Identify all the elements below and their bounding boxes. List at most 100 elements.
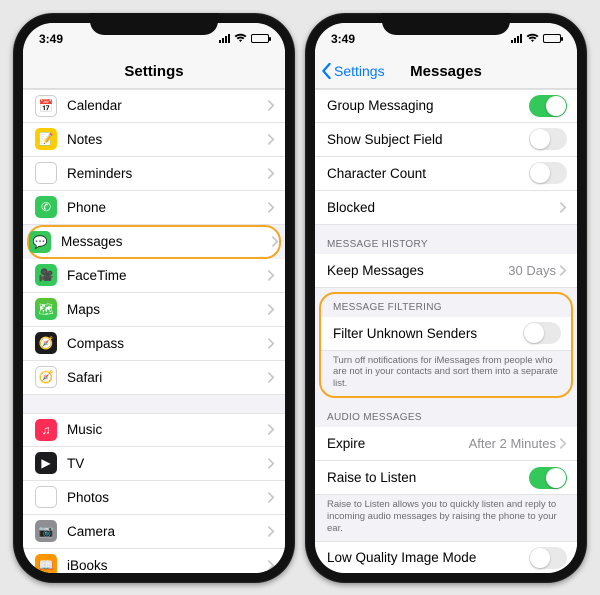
footer-filter-unknown: Turn off notifications for iMessages fro…: [321, 351, 571, 397]
label: Group Messaging: [327, 98, 529, 113]
header-audio-messages: AUDIO MESSAGES: [315, 398, 577, 427]
row-blocked[interactable]: Blocked: [315, 191, 577, 225]
settings-row-messages[interactable]: 💬 Messages: [27, 225, 281, 259]
chevron-right-icon: [560, 202, 567, 213]
settings-row-camera[interactable]: 📷 Camera: [23, 515, 285, 549]
settings-row-label: FaceTime: [67, 268, 268, 283]
music-icon: ♫: [35, 419, 57, 441]
safari-icon: 🧭: [35, 366, 57, 388]
row-keep-messages[interactable]: Keep Messages 30 Days: [315, 254, 577, 288]
settings-row-label: Photos: [67, 490, 268, 505]
settings-row-compass[interactable]: 🧭 Compass: [23, 327, 285, 361]
phone-frame-left: 3:49 Settings 📅 Calendar 📝 Notes ☑ Reminders ✆…: [13, 13, 295, 583]
battery-icon: [543, 34, 561, 43]
chevron-right-icon: [268, 304, 275, 315]
settings-row-reminders[interactable]: ☑ Reminders: [23, 157, 285, 191]
toggle-group-messaging[interactable]: [529, 95, 567, 117]
label: Show Subject Field: [327, 132, 529, 147]
label: Blocked: [327, 200, 560, 215]
row-raise-to-listen[interactable]: Raise to Listen: [315, 461, 577, 495]
wifi-icon: [526, 32, 539, 46]
ibooks-icon: 📖: [35, 554, 57, 573]
chevron-right-icon: [268, 424, 275, 435]
row-group-messaging[interactable]: Group Messaging: [315, 89, 577, 123]
toggle-low-quality[interactable]: [529, 547, 567, 569]
back-button[interactable]: Settings: [321, 55, 385, 88]
settings-row-photos[interactable]: ✿ Photos: [23, 481, 285, 515]
label: Expire: [327, 436, 469, 451]
label: Character Count: [327, 166, 529, 181]
row-filter-unknown[interactable]: Filter Unknown Senders: [321, 317, 571, 351]
chevron-right-icon: [268, 372, 275, 383]
status-time: 3:49: [39, 32, 63, 46]
header-message-filtering: MESSAGE FILTERING: [321, 294, 571, 317]
calendar-icon: 📅: [35, 95, 57, 117]
phone-frame-right: 3:49 Settings Messages Group Messaging: [305, 13, 587, 583]
back-label: Settings: [334, 63, 385, 79]
chevron-right-icon: [560, 438, 567, 449]
notes-icon: 📝: [35, 128, 57, 150]
settings-row-calendar[interactable]: 📅 Calendar: [23, 89, 285, 123]
settings-row-tv[interactable]: ▶TV: [23, 447, 285, 481]
row-expire[interactable]: Expire After 2 Minutes: [315, 427, 577, 461]
settings-row-maps[interactable]: 🗺Maps: [23, 293, 285, 327]
reminders-icon: ☑: [35, 162, 57, 184]
tv-icon: ▶: [35, 452, 57, 474]
row-low-quality-image[interactable]: Low Quality Image Mode: [315, 541, 577, 573]
label: Low Quality Image Mode: [327, 550, 529, 565]
settings-row-label: Compass: [67, 336, 268, 351]
messages-settings-list[interactable]: Group Messaging Show Subject Field Chara…: [315, 89, 577, 573]
chevron-right-icon: [268, 134, 275, 145]
page-title: Messages: [410, 63, 482, 80]
settings-row-notes[interactable]: 📝 Notes: [23, 123, 285, 157]
chevron-right-icon: [560, 265, 567, 276]
screen-right: 3:49 Settings Messages Group Messaging: [315, 23, 577, 573]
chevron-right-icon: [268, 492, 275, 503]
chevron-right-icon: [268, 338, 275, 349]
settings-list[interactable]: 📅 Calendar 📝 Notes ☑ Reminders ✆Phone 💬 Messages…: [23, 89, 285, 573]
row-subject-field[interactable]: Show Subject Field: [315, 123, 577, 157]
photos-icon: ✿: [35, 486, 57, 508]
status-time: 3:49: [331, 32, 355, 46]
settings-row-facetime[interactable]: 🎥 FaceTime: [23, 259, 285, 293]
screen-left: 3:49 Settings 📅 Calendar 📝 Notes ☑ Reminders ✆…: [23, 23, 285, 573]
chevron-right-icon: [268, 202, 275, 213]
chevron-right-icon: [268, 560, 275, 571]
settings-row-label: Notes: [67, 132, 268, 147]
facetime-icon: 🎥: [35, 264, 57, 286]
label: Keep Messages: [327, 263, 508, 278]
toggle-character-count[interactable]: [529, 162, 567, 184]
chevron-right-icon: [268, 100, 275, 111]
header-message-history: MESSAGE HISTORY: [315, 225, 577, 254]
chevron-right-icon: [268, 526, 275, 537]
settings-row-label: Messages: [61, 234, 272, 249]
label: Filter Unknown Senders: [333, 326, 523, 341]
highlight-filtering-section: MESSAGE FILTERING Filter Unknown Senders…: [319, 292, 573, 399]
settings-row-phone[interactable]: ✆Phone: [23, 191, 285, 225]
messages-icon: 💬: [29, 231, 51, 253]
camera-icon: 📷: [35, 520, 57, 542]
settings-row-safari[interactable]: 🧭Safari: [23, 361, 285, 395]
compass-icon: 🧭: [35, 332, 57, 354]
settings-row-label: iBooks: [67, 558, 268, 573]
toggle-subject-field[interactable]: [529, 128, 567, 150]
settings-row-label: Calendar: [67, 98, 268, 113]
settings-row-label: Reminders: [67, 166, 268, 181]
row-character-count[interactable]: Character Count: [315, 157, 577, 191]
settings-row-ibooks[interactable]: 📖 iBooks: [23, 549, 285, 573]
notch: [382, 13, 510, 35]
navbar-settings: Settings: [23, 55, 285, 89]
maps-icon: 🗺: [35, 298, 57, 320]
chevron-right-icon: [272, 236, 279, 247]
value: 30 Days: [508, 263, 556, 278]
toggle-raise-to-listen[interactable]: [529, 467, 567, 489]
footer-raise-to-listen: Raise to Listen allows you to quickly li…: [315, 495, 577, 541]
settings-row-music[interactable]: ♫Music: [23, 413, 285, 447]
page-title: Settings: [124, 63, 183, 80]
navbar-messages: Settings Messages: [315, 55, 577, 89]
wifi-icon: [234, 32, 247, 46]
battery-icon: [251, 34, 269, 43]
notch: [90, 13, 218, 35]
settings-row-label: Camera: [67, 524, 268, 539]
toggle-filter-unknown[interactable]: [523, 322, 561, 344]
